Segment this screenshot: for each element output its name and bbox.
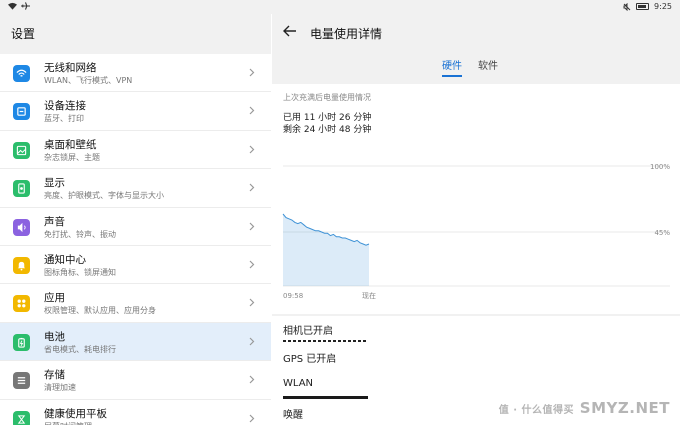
settings-item-subtitle: 杂志锁屏、主题 bbox=[44, 152, 100, 162]
settings-item-device-connect[interactable]: 设备连接 蓝牙、打印 bbox=[0, 92, 271, 131]
status-left bbox=[8, 2, 30, 10]
settings-item-display[interactable]: 显示 亮度、护眼模式、字体与显示大小 bbox=[0, 169, 271, 208]
settings-item-label: 桌面和壁纸 bbox=[44, 138, 97, 151]
settings-item-subtitle: 权限管理、默认应用、应用分身 bbox=[44, 306, 156, 316]
settings-item-label: 设备连接 bbox=[44, 100, 86, 113]
status-right: 9:25 bbox=[623, 2, 672, 11]
card-header: 上次充满后电量使用情况 bbox=[283, 93, 371, 102]
storage-icon bbox=[13, 372, 30, 390]
health-icon bbox=[13, 410, 30, 425]
settings-item-wifi[interactable]: 无线和网络 WLAN、飞行模式、VPN bbox=[0, 54, 271, 93]
watermark: 值 · 什么值得买 SMYZ.NET bbox=[498, 399, 670, 417]
chevron-right-icon bbox=[249, 145, 255, 154]
settings-item-label: 存储 bbox=[44, 369, 65, 382]
x-tick-label: 现在 bbox=[362, 291, 376, 300]
x-tick-label: 09:58 bbox=[283, 292, 303, 300]
settings-item-subtitle: 屏幕时间管理 bbox=[44, 421, 92, 425]
back-arrow-icon[interactable] bbox=[282, 23, 298, 39]
settings-item-label: 显示 bbox=[44, 177, 65, 190]
settings-item-battery[interactable]: 电池 省电模式、耗电排行 bbox=[0, 322, 271, 362]
battery-status-icon bbox=[636, 3, 650, 10]
chevron-right-icon bbox=[249, 298, 255, 307]
settings-item-subtitle: 图标角标、锁屏通知 bbox=[44, 267, 116, 277]
usage-wlan-label: WLAN bbox=[283, 378, 314, 389]
tab-software[interactable]: 软件 bbox=[478, 57, 498, 77]
wifi-status-icon bbox=[8, 2, 17, 10]
status-bar: 9:25 bbox=[0, 0, 680, 14]
settings-item-storage[interactable]: 存储 清理加速 bbox=[0, 361, 271, 400]
tab-hardware[interactable]: 硬件 bbox=[442, 57, 462, 77]
tab-bar: 硬件 软件 bbox=[442, 57, 498, 77]
mute-icon bbox=[623, 2, 631, 11]
wallpaper-icon bbox=[13, 141, 30, 159]
battery-area bbox=[283, 214, 369, 286]
settings-item-label: 应用 bbox=[44, 292, 65, 305]
remaining-time: 剩余 24 小时 48 分钟 bbox=[283, 125, 372, 135]
usage-gps-label: GPS 已开启 bbox=[283, 354, 337, 365]
settings-item-notification[interactable]: 通知中心 图标角标、锁屏通知 bbox=[0, 245, 271, 285]
wifi-icon bbox=[13, 65, 30, 82]
settings-item-wallpaper[interactable]: 桌面和壁纸 杂志锁屏、主题 bbox=[0, 130, 271, 170]
chevron-right-icon bbox=[249, 183, 255, 192]
y-tick-label: 100% bbox=[650, 163, 670, 171]
settings-item-label: 健康使用平板 bbox=[44, 407, 107, 420]
chevron-right-icon bbox=[249, 222, 255, 230]
y-tick-label: 45% bbox=[654, 229, 670, 237]
battery-chart: 100% 45% 09:58 现在 bbox=[282, 163, 670, 300]
settings-pane: 设置 无线和网络 WLAN、飞行模式、VPN 设备连接 蓝牙、打印 桌面和壁纸 杂志锁屏、… bbox=[0, 14, 271, 425]
settings-list: 无线和网络 WLAN、飞行模式、VPN 设备连接 蓝牙、打印 桌面和壁纸 杂志锁屏、主题显… bbox=[0, 54, 271, 425]
chevron-right-icon bbox=[249, 260, 255, 269]
sound-icon bbox=[13, 218, 30, 236]
status-time: 9:25 bbox=[654, 2, 672, 11]
settings-item-label: 电池 bbox=[44, 330, 65, 343]
usage-wlan-bar bbox=[283, 396, 368, 399]
settings-item-subtitle: 亮度、护眼模式、字体与显示大小 bbox=[44, 191, 164, 201]
chevron-right-icon bbox=[249, 337, 255, 346]
apps-icon bbox=[13, 295, 30, 313]
settings-title: 设置 bbox=[11, 27, 36, 41]
chevron-right-icon bbox=[249, 375, 255, 384]
notification-icon bbox=[13, 256, 30, 274]
settings-item-apps[interactable]: 应用 权限管理、默认应用、应用分身 bbox=[0, 284, 271, 323]
settings-item-label: 通知中心 bbox=[44, 253, 86, 266]
display-icon bbox=[13, 180, 30, 198]
battery-icon bbox=[13, 333, 30, 351]
airplane-icon bbox=[21, 2, 30, 10]
settings-item-subtitle: 蓝牙、打印 bbox=[44, 114, 84, 124]
device-connect-icon bbox=[13, 103, 30, 121]
usage-camera-label: 相机已开启 bbox=[283, 326, 333, 337]
settings-item-subtitle: 省电模式、耗电排行 bbox=[44, 344, 116, 354]
usage-camera-bar bbox=[283, 340, 368, 342]
settings-item-subtitle: WLAN、飞行模式、VPN bbox=[44, 76, 133, 85]
settings-item-label: 无线和网络 bbox=[44, 62, 97, 74]
battery-detail-pane: 电量使用详情 硬件 软件 上次充满后电量使用情况 已用 11 小时 26 分钟 … bbox=[272, 14, 680, 425]
page-title: 电量使用详情 bbox=[310, 27, 383, 41]
chevron-right-icon bbox=[249, 68, 255, 77]
settings-item-label: 声音 bbox=[44, 215, 65, 228]
settings-item-subtitle: 免打扰、铃声、振动 bbox=[44, 229, 116, 239]
settings-item-subtitle: 清理加速 bbox=[44, 383, 76, 393]
settings-item-sound[interactable]: 声音 免打扰、铃声、振动 bbox=[0, 207, 271, 246]
chevron-right-icon bbox=[249, 106, 255, 115]
battery-usage-card: 上次充满后电量使用情况 已用 11 小时 26 分钟 剩余 24 小时 48 分… bbox=[272, 84, 680, 314]
usage-wake-label: 唤醒 bbox=[283, 410, 303, 421]
settings-item-health[interactable]: 健康使用平板屏幕时间管理 bbox=[0, 399, 271, 425]
chevron-right-icon bbox=[249, 414, 255, 422]
